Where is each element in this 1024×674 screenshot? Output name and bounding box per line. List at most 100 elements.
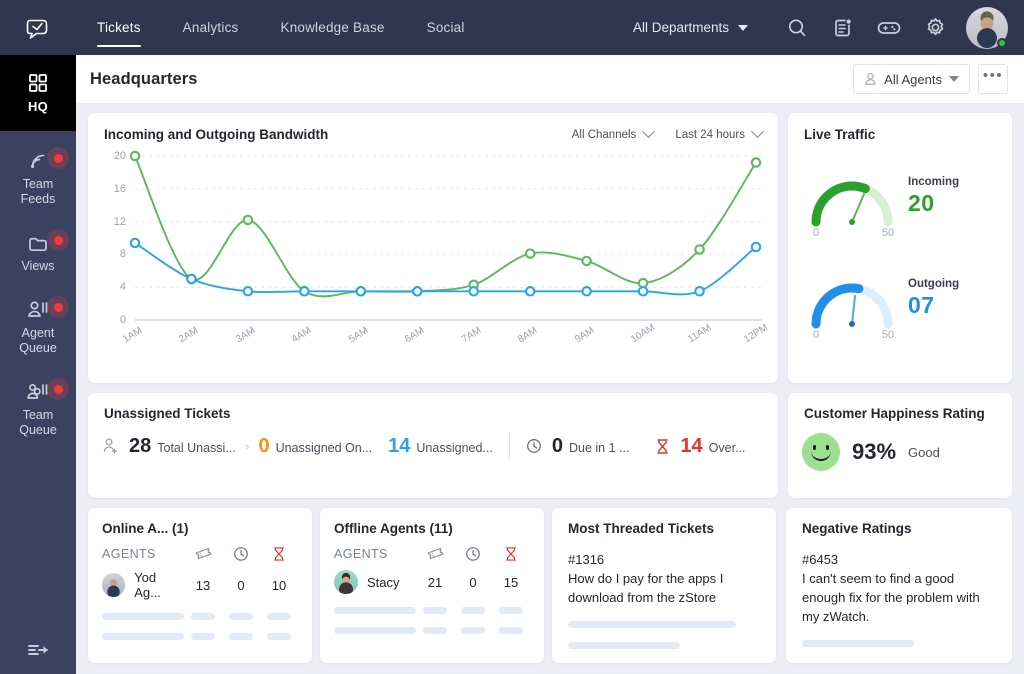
placeholder-row <box>802 640 914 647</box>
placeholder-row <box>88 600 312 620</box>
notes-button[interactable] <box>820 0 866 55</box>
online-agents-title: Online A... (1) <box>102 521 189 536</box>
gear-icon <box>927 17 943 36</box>
bandwidth-filters: All Channels Last 24 hours <box>571 125 764 141</box>
threaded-title: Most Threaded Tickets <box>568 521 715 536</box>
search-button[interactable] <box>774 0 820 55</box>
notification-badge <box>47 296 69 318</box>
agent-avatar <box>334 570 358 594</box>
clock-icon <box>466 547 480 561</box>
placeholder-row <box>568 642 680 649</box>
svg-text:0: 0 <box>813 329 819 340</box>
incoming-gauge-icon: 0 50 <box>811 181 894 238</box>
stat-unassigned-online[interactable]: 0 Unassigned On... <box>258 435 372 458</box>
stat-value: 0 <box>551 434 563 457</box>
bandwidth-card-title: Incoming and Outgoing Bandwidth <box>104 127 329 142</box>
top-navigation-bar: Tickets Analytics Knowledge Base Social … <box>0 0 1024 55</box>
offline-agents-card: Offline Agents (11) AGENTS Stacy 21 0 15 <box>320 508 544 663</box>
agent-overdue: 10 <box>271 577 287 593</box>
gamification-button[interactable] <box>866 0 912 55</box>
department-selector[interactable]: All Departments <box>633 20 748 35</box>
stat-overdue[interactable]: 14 Over... <box>655 434 746 458</box>
nav-item-tickets[interactable]: Tickets <box>76 0 162 55</box>
x-axis-labels: 1AM 2AM 3AM 4AM 5AM 6AM 7AM 8AM 9AM 10AM 11AM 12PM <box>88 148 778 378</box>
stat-unassigned-other[interactable]: 14 Unassigned... <box>388 435 493 458</box>
threaded-body[interactable]: #1316 How do I pay for the apps I downlo… <box>552 536 776 649</box>
happiness-title: Customer Happiness Rating <box>804 406 985 421</box>
bandwidth-line-chart[interactable]: 0 4 8 12 16 20 1AM 2AM 3AM 4AM 5AM 6AM 7AM 8AM 9AM 10A… <box>88 148 778 378</box>
sidebar-item-agent-queue[interactable]: Agent Queue <box>0 280 76 362</box>
desk-dashboard-app: Tickets Analytics Knowledge Base Social … <box>0 0 1024 674</box>
x-tick-label: 4AM <box>290 325 314 346</box>
negative-title: Negative Ratings <box>802 521 912 536</box>
channel-filter-label: All Channels <box>571 128 637 141</box>
hourglass-icon <box>274 547 284 561</box>
chevron-down-icon <box>642 125 656 139</box>
zoho-desk-logo-icon <box>26 19 48 39</box>
main-nav: Tickets Analytics Knowledge Base Social <box>76 0 486 55</box>
notification-badge <box>47 378 69 400</box>
table-row[interactable]: Yod Ag... 13 0 10 <box>88 562 312 600</box>
negative-ratings-card: Negative Ratings #6453 I can't seem to f… <box>786 508 1012 663</box>
placeholder-row <box>320 614 544 634</box>
svg-text:50: 50 <box>882 329 894 340</box>
sidebar-item-label: Views <box>21 259 55 273</box>
nav-item-social[interactable]: Social <box>406 0 486 55</box>
offline-agents-table-header: AGENTS <box>320 536 544 562</box>
stat-value: 28 <box>129 434 152 457</box>
hourglass-icon <box>506 547 516 561</box>
clock-icon <box>234 547 248 561</box>
all-agents-filter[interactable]: All Agents <box>853 64 970 94</box>
nav-item-knowledge-base[interactable]: Knowledge Base <box>259 0 405 55</box>
more-dots-icon: ••• <box>982 67 1004 84</box>
live-traffic-card: Live Traffic 0 50 Incoming 20 0 50 Outgo… <box>788 113 1012 383</box>
x-tick-label: 7AM <box>459 325 483 346</box>
channel-filter[interactable]: All Channels <box>571 125 656 141</box>
app-logo[interactable] <box>0 0 76 55</box>
sidebar-item-team-queue[interactable]: Team Queue <box>0 362 76 444</box>
stat-value: 14 <box>680 434 703 457</box>
status-badge <box>997 37 1007 48</box>
x-tick-label: 6AM <box>403 325 427 346</box>
offline-agents-title: Offline Agents (11) <box>334 521 453 536</box>
column-due <box>222 546 260 562</box>
page-title: Headquarters <box>90 69 198 88</box>
unassigned-stats-row: 28 Total Unassi... › 0 Unassigned On... … <box>88 421 778 459</box>
settings-button[interactable] <box>912 0 958 55</box>
x-tick-label: 11AM <box>685 322 713 346</box>
incoming-caption: Incoming <box>908 175 960 188</box>
nav-label: Social <box>426 20 465 35</box>
sidebar-item-team-feeds[interactable]: Team Feeds <box>0 131 76 213</box>
notes-icon <box>835 17 852 36</box>
grid-icon <box>29 74 47 92</box>
stat-total-unassigned[interactable]: 28 Total Unassi... <box>102 435 236 458</box>
negative-body[interactable]: #6453 I can't seem to find a good enough… <box>786 536 1012 647</box>
collapse-sidebar-button[interactable] <box>0 626 76 674</box>
add-user-icon <box>103 438 118 454</box>
sidebar-item-hq[interactable]: HQ <box>0 55 76 131</box>
placeholder-row <box>320 594 544 614</box>
stat-label: Over... <box>708 440 746 455</box>
agent-tickets: 21 <box>427 574 443 590</box>
page-header: Headquarters All Agents ••• <box>76 55 1024 103</box>
nav-item-analytics[interactable]: Analytics <box>162 0 260 55</box>
sidebar-item-label: Agent Queue <box>19 326 57 355</box>
svg-text:0: 0 <box>813 227 819 238</box>
chevron-down-icon <box>949 76 959 82</box>
notification-badge <box>47 229 69 251</box>
top-bar-right-actions: All Departments <box>633 0 1024 55</box>
stat-due-in[interactable]: 0 Due in 1 ... <box>526 434 629 458</box>
placeholder-row <box>88 620 312 640</box>
x-tick-label: 1AM <box>121 325 145 346</box>
hourglass-icon <box>657 438 669 454</box>
x-tick-label: 8AM <box>516 325 540 346</box>
table-row[interactable]: Stacy 21 0 15 <box>320 562 544 594</box>
user-avatar-button[interactable] <box>966 6 1008 49</box>
chevron-down-icon <box>751 125 764 139</box>
column-tickets <box>416 546 454 562</box>
x-tick-label: 9AM <box>572 325 596 346</box>
time-range-filter[interactable]: Last 24 hours <box>675 125 764 141</box>
more-options-button[interactable]: ••• <box>978 64 1008 94</box>
sidebar-item-views[interactable]: Views <box>0 213 76 280</box>
happiness-card: Customer Happiness Rating 93% Good <box>788 393 1012 498</box>
